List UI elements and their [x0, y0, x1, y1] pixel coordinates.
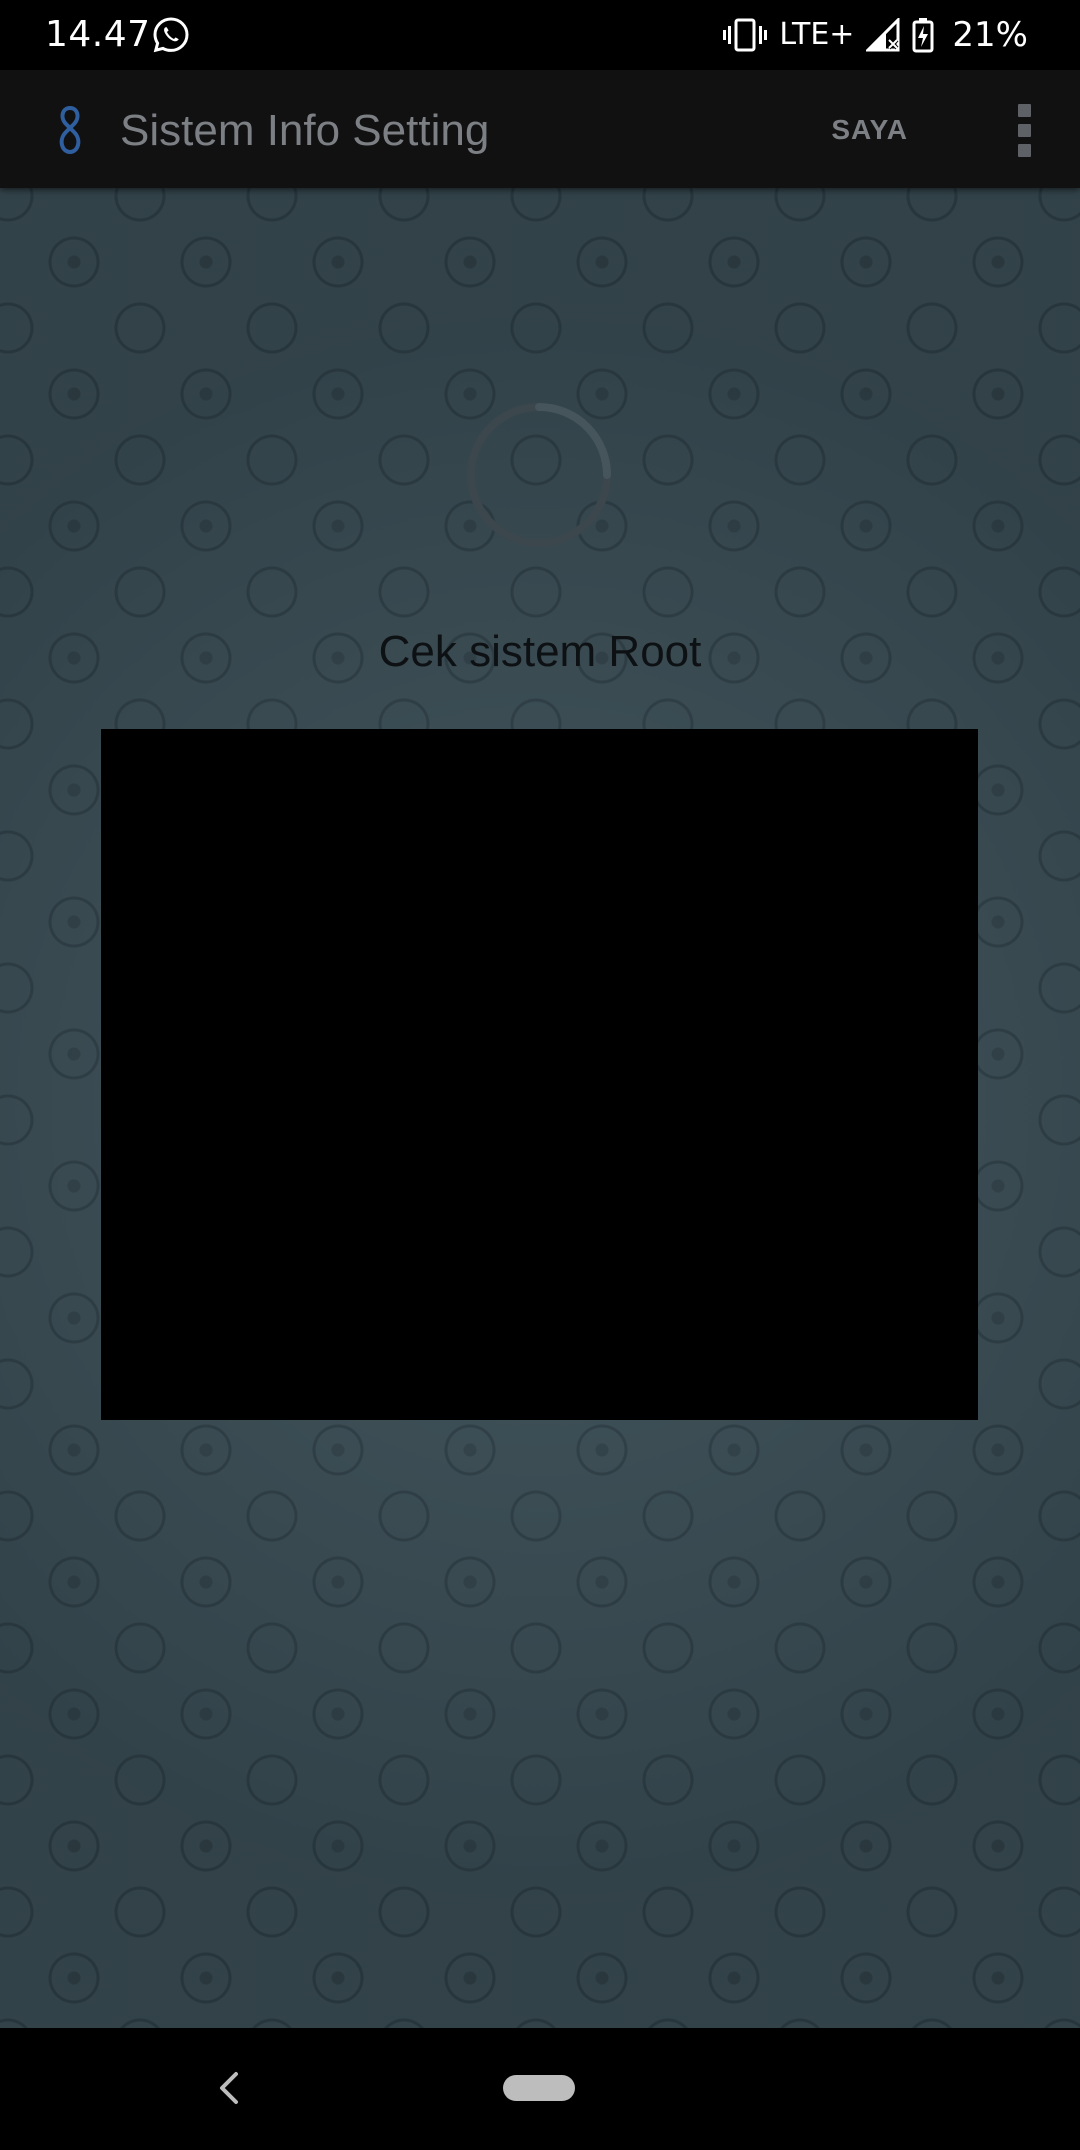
- phone-screen: 14.47 LTE+ 21% Sistem Info Setting SAYA …: [0, 0, 1080, 2150]
- menu-dot: [1018, 104, 1031, 117]
- app-bar: Sistem Info Setting SAYA: [0, 70, 1080, 188]
- more-vert-icon[interactable]: [1008, 100, 1042, 160]
- saya-button[interactable]: SAYA: [831, 112, 908, 148]
- network-type: LTE+: [779, 17, 855, 52]
- status-time: 14.47: [45, 14, 151, 55]
- battery-charging-icon: [912, 18, 934, 53]
- vibrate-icon: [723, 18, 768, 52]
- status-bar: 14.47 LTE+ 21%: [0, 0, 1080, 70]
- back-icon[interactable]: [214, 2068, 244, 2108]
- app-title: Sistem Info Setting: [120, 106, 490, 155]
- home-pill-icon[interactable]: [503, 2075, 575, 2101]
- navigation-bar: [0, 2028, 1080, 2150]
- menu-dot: [1018, 124, 1031, 137]
- app-logo-icon: [59, 105, 81, 155]
- whatsapp-icon: [153, 17, 189, 53]
- content-area: Cek sistem Root: [0, 188, 1080, 2028]
- status-icons: LTE+ 21%: [723, 13, 1028, 57]
- root-check-message: Cek sistem Root: [378, 627, 702, 676]
- ad-banner[interactable]: [101, 729, 978, 1420]
- loading-spinner-icon: [467, 403, 611, 547]
- menu-dot: [1018, 144, 1031, 157]
- battery-percent: 21%: [952, 15, 1028, 55]
- signal-icon: [866, 18, 900, 52]
